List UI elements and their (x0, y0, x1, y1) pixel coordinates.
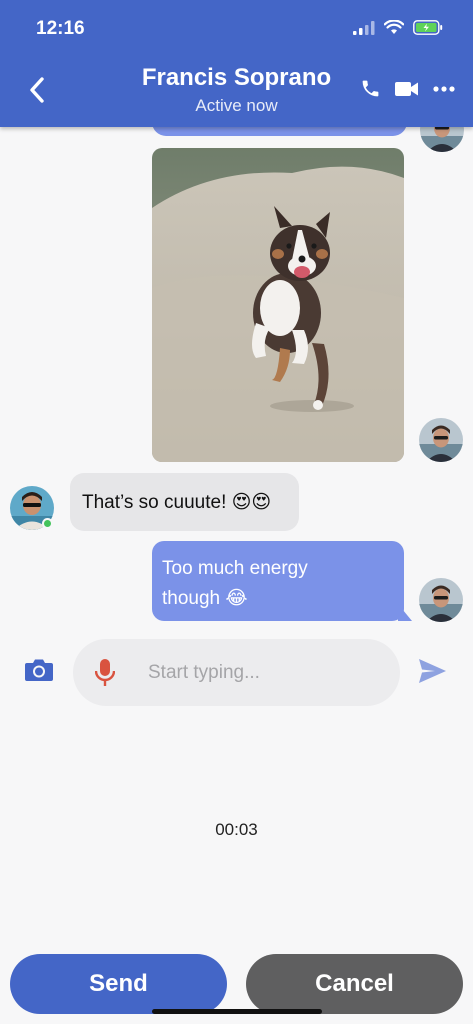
send-arrow-icon[interactable] (419, 659, 446, 688)
header-actions (360, 78, 455, 99)
bubble-tail (398, 604, 412, 621)
chat-header: 12:16 Francis Soprano Active now (0, 0, 473, 127)
message-text-line: though 😂 (162, 588, 248, 609)
message-input[interactable]: Start typing... (73, 639, 400, 706)
message-bubble-outgoing: Too much energy though 😂 (152, 541, 404, 621)
wifi-icon (383, 19, 405, 40)
signal-icon (353, 20, 375, 40)
microphone-icon[interactable] (94, 659, 116, 692)
status-icons (353, 19, 443, 40)
message-composer: Start typing... (0, 636, 473, 706)
input-placeholder: Start typing... (148, 662, 260, 683)
phone-icon[interactable] (360, 78, 381, 99)
presence-status: Active now (195, 96, 278, 115)
shared-dog-photo[interactable] (152, 148, 404, 462)
video-camera-icon[interactable] (395, 81, 419, 97)
status-time: 12:16 (36, 18, 85, 39)
message-text-line: Too much energy (162, 558, 308, 579)
battery-icon (413, 20, 443, 40)
cancel-button[interactable]: Cancel (246, 954, 463, 1014)
message-bubble-incoming: That’s so cuuute! 😍😍 (70, 473, 299, 531)
online-status-dot (42, 518, 53, 529)
avatar (419, 578, 463, 622)
recording-timer: 00:03 (215, 820, 258, 839)
home-indicator (152, 1009, 322, 1014)
send-button[interactable]: Send (10, 954, 227, 1014)
camera-icon[interactable] (25, 658, 53, 686)
more-horizontal-icon[interactable] (433, 85, 455, 92)
message-text: That’s so cuuute! 😍😍 (82, 492, 272, 513)
avatar (419, 418, 463, 462)
